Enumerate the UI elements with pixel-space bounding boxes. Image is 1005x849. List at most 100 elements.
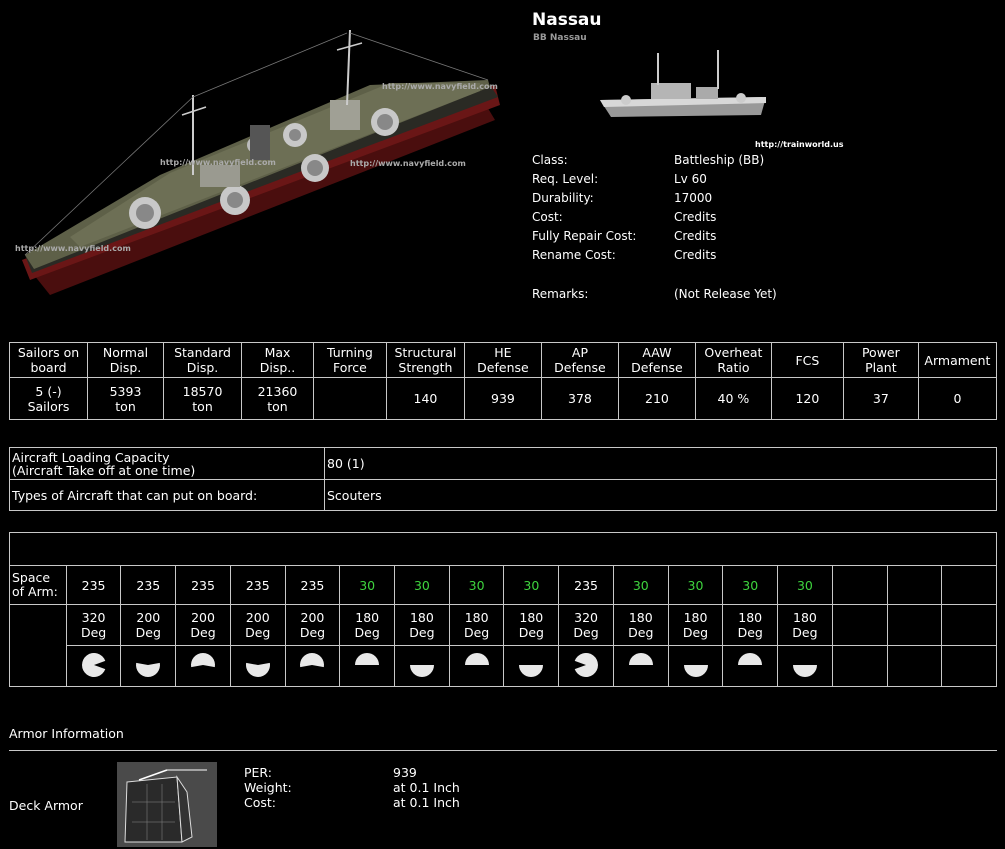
arm-space-value <box>886 565 943 605</box>
firing-arc-icon <box>394 645 450 687</box>
firing-arc-icon <box>722 645 779 687</box>
stats-value <box>312 377 387 420</box>
spec-cost: Cost: Credits <box>532 210 832 229</box>
arm-space-value: 235 <box>120 565 177 605</box>
armor-info-title: Armor Information <box>9 726 124 741</box>
space-of-arm-label: Space of Arm: <box>9 565 67 605</box>
armament-shape-row <box>10 645 997 687</box>
arm-space-value <box>941 565 997 605</box>
stats-value: 40 % <box>694 377 772 420</box>
arm-space-value: 30 <box>612 565 669 605</box>
deck-armor-specs: PER: 939 Weight: at 0.1 Inch Cost: at 0.1 I… <box>244 765 544 810</box>
stats-value: 939 <box>463 377 542 420</box>
spec-label: Fully Repair Cost: <box>532 229 637 243</box>
stats-header: Sailors on board <box>8 342 89 378</box>
spec-label: Remarks: <box>532 287 589 301</box>
aircraft-table: Aircraft Loading Capacity (Aircraft Take … <box>9 447 997 511</box>
stats-header: AP Defense <box>540 342 619 378</box>
stats-header: HE Defense <box>463 342 542 378</box>
arm-space-value: 235 <box>175 565 231 605</box>
spec-value: Battleship (BB) <box>674 153 765 167</box>
empty-slot <box>941 645 997 687</box>
stats-value: 120 <box>770 377 844 420</box>
spec-label: Cost: <box>532 210 563 224</box>
arm-deg-value: 180 Deg <box>448 604 505 646</box>
aircraft-types-label: Types of Aircraft that can put on board: <box>9 479 325 511</box>
firing-arc-icon <box>120 645 177 687</box>
thumbnail-url: http://trainworld.us <box>755 140 844 149</box>
stats-header: Turning Force <box>312 342 387 378</box>
aircraft-capacity-row: Aircraft Loading Capacity (Aircraft Take … <box>9 447 997 480</box>
spec-remarks: Remarks: (Not Release Yet) <box>532 287 832 306</box>
stats-header-row: Sailors on board Normal Disp. Standard Disp… <box>8 342 998 378</box>
stats-value: 5 (-) Sailors <box>8 377 89 420</box>
spec-value: Credits <box>674 210 717 224</box>
stats-value: 37 <box>842 377 919 420</box>
stats-value: 5393 ton <box>87 377 165 420</box>
armament-table: Space of Arm: 235 235 235 235 235 30 30 30 30 235 3… <box>9 532 997 687</box>
ship-name: Nassau <box>532 10 602 30</box>
firing-arc-icon <box>339 645 396 687</box>
empty-slot <box>831 645 888 687</box>
aircraft-capacity-value: 80 (1) <box>324 447 997 480</box>
spec-label: Durability: <box>532 191 594 205</box>
stats-header: Armament <box>917 342 998 378</box>
stats-header: Normal Disp. <box>87 342 165 378</box>
arm-space-value: 235 <box>65 565 122 605</box>
spec-value: Credits <box>674 248 717 262</box>
spec-label: Class: <box>532 153 568 167</box>
stats-header: Structural Strength <box>385 342 465 378</box>
arm-space-value: 30 <box>339 565 396 605</box>
aircraft-types-row: Types of Aircraft that can put on board:… <box>9 479 997 511</box>
arm-deg-value: 200 Deg <box>229 604 286 646</box>
firing-arc-icon <box>448 645 505 687</box>
arm-space-value <box>831 565 888 605</box>
deck-armor-label: Deck Armor <box>9 798 83 813</box>
arm-space-value: 30 <box>667 565 724 605</box>
firing-arc-icon <box>503 645 560 687</box>
armor-row-weight: Weight: at 0.1 Inch <box>244 780 460 795</box>
stats-header: Standard Disp. <box>163 342 243 378</box>
arm-space-value: 30 <box>503 565 560 605</box>
stats-value-row: 5 (-) Sailors 5393 ton 18570 ton 21360 ton 1… <box>8 377 998 420</box>
arm-space-value: 30 <box>722 565 779 605</box>
arm-deg-value: 320 Deg <box>558 604 614 646</box>
armament-header-row <box>9 532 997 566</box>
arm-deg-value <box>831 604 888 646</box>
arm-deg-value: 200 Deg <box>175 604 231 646</box>
arm-space-value: 235 <box>284 565 341 605</box>
divider <box>9 750 997 751</box>
arm-deg-value: 180 Deg <box>722 604 779 646</box>
spec-req-level: Req. Level: Lv 60 <box>532 172 832 191</box>
arm-deg-value: 180 Deg <box>612 604 669 646</box>
stats-header: Overheat Ratio <box>694 342 772 378</box>
spec-durability: Durability: 17000 <box>532 191 832 210</box>
stats-header: Power Plant <box>842 342 919 378</box>
aircraft-capacity-label: Aircraft Loading Capacity (Aircraft Take … <box>9 447 325 480</box>
spec-rename-cost: Rename Cost: Credits <box>532 248 832 267</box>
spec-value: (Not Release Yet) <box>674 287 777 301</box>
spec-value: 17000 <box>674 191 713 205</box>
arm-space-value: 235 <box>229 565 286 605</box>
arm-deg-value <box>886 604 943 646</box>
firing-arc-icon <box>65 645 122 687</box>
spec-value: Credits <box>674 229 717 243</box>
arm-space-value: 30 <box>777 565 833 605</box>
spec-value: Lv 60 <box>674 172 707 186</box>
aircraft-types-value: Scouters <box>324 479 997 511</box>
arm-deg-value: 200 Deg <box>120 604 177 646</box>
stats-header: FCS <box>770 342 844 378</box>
arm-deg-value: 180 Deg <box>394 604 450 646</box>
firing-arc-icon <box>612 645 669 687</box>
armament-deg-row: 320 Deg 200 Deg 200 Deg 200 Deg 200 Deg 180 Deg 180 D… <box>9 604 997 687</box>
watermark-2: http://www.navyfield.com <box>160 158 276 167</box>
arm-deg-value <box>941 604 997 646</box>
firing-arc-icon <box>229 645 286 687</box>
ship-subtitle: BB Nassau <box>533 33 587 43</box>
armor-row-cost: Cost: at 0.1 Inch <box>244 795 460 810</box>
firing-arc-icon <box>284 645 341 687</box>
spec-label: Rename Cost: <box>532 248 616 262</box>
arm-deg-value: 320 Deg <box>65 604 122 646</box>
armament-header-cell <box>9 532 997 566</box>
stats-table: Sailors on board Normal Disp. Standard Disp… <box>8 342 998 420</box>
